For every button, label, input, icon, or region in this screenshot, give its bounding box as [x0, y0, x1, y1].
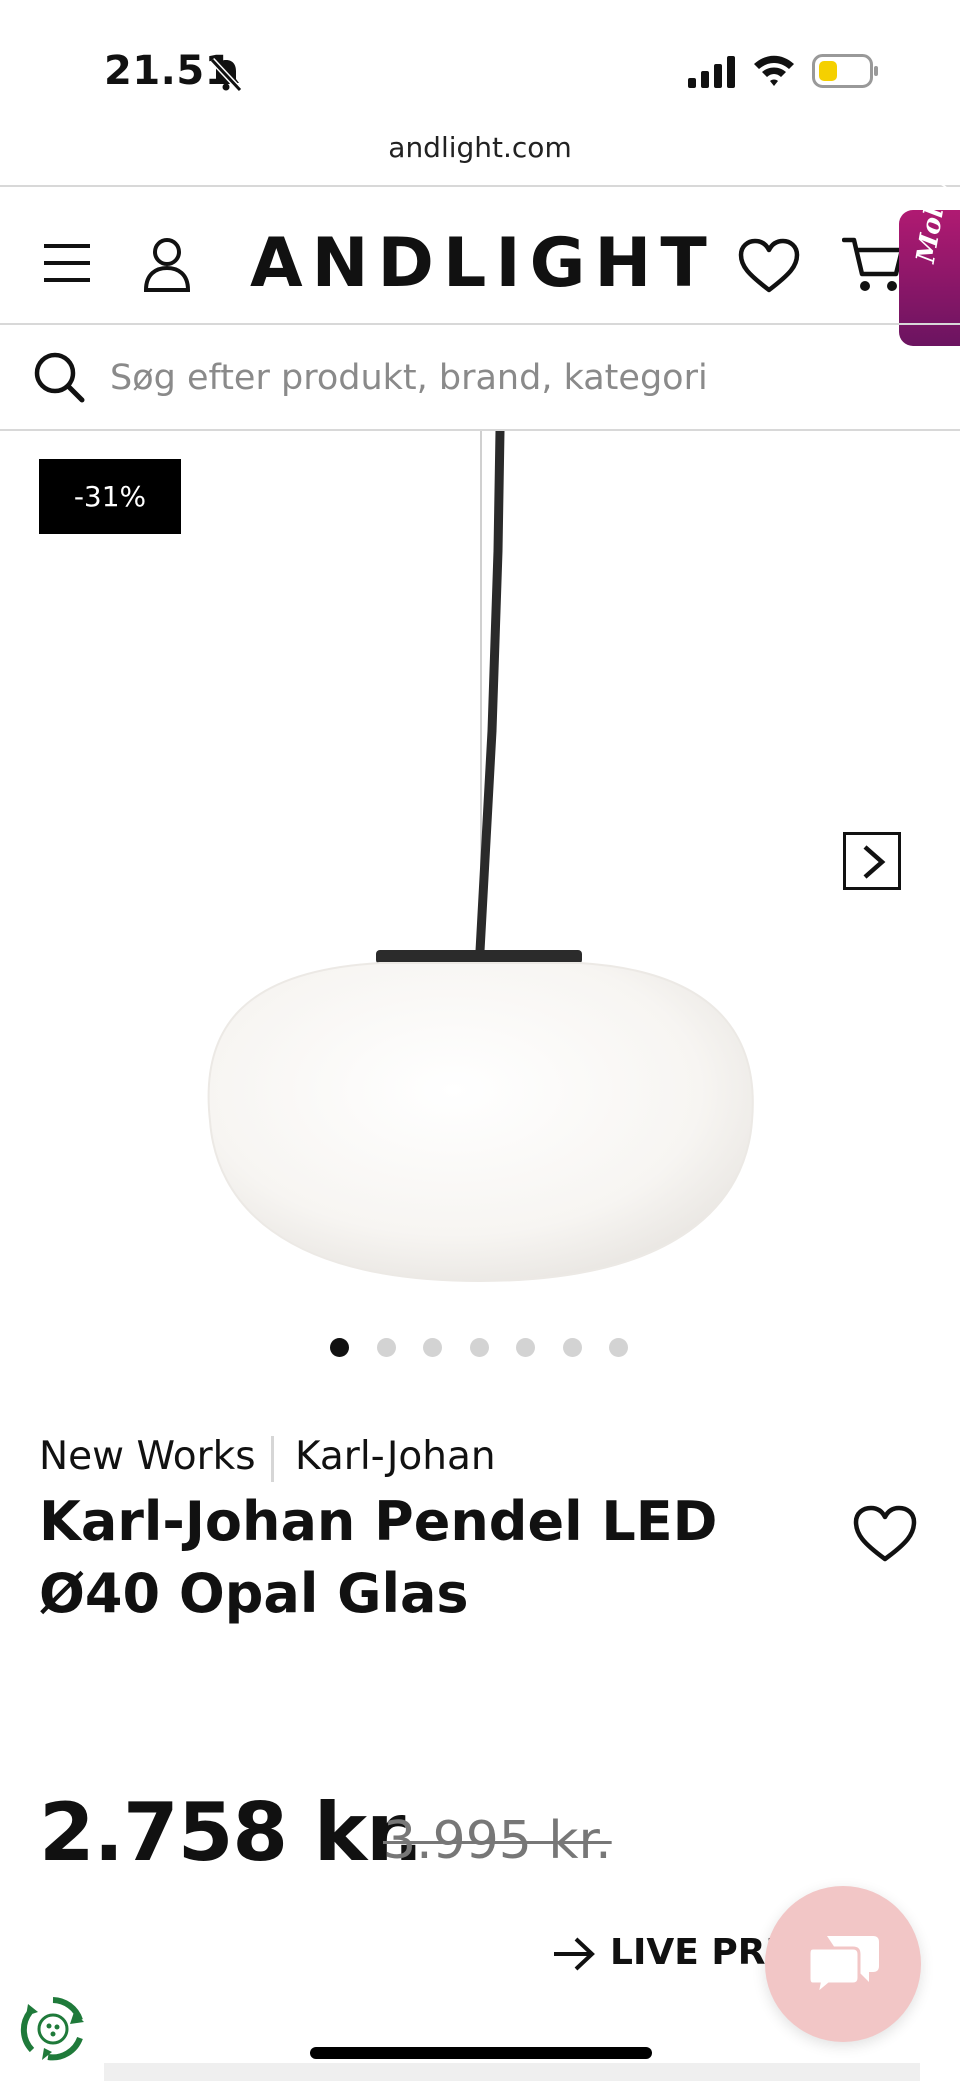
carousel-dot[interactable]: [376, 1338, 396, 1357]
divider: [271, 1436, 274, 1482]
carousel-dot[interactable]: [516, 1338, 535, 1357]
old-price: 3.995 kr.: [383, 1811, 612, 1871]
discount-badge: -31%: [39, 459, 181, 534]
product-title-line: Ø40 Opal Glas: [39, 1562, 469, 1625]
bottom-toolbar-edge: [104, 2063, 920, 2081]
carousel-dot[interactable]: [469, 1338, 489, 1357]
product-title-line: Karl-Johan Pendel LED: [39, 1490, 718, 1553]
recycle-icon[interactable]: [18, 1994, 88, 2064]
current-price: 2.758 kr.: [39, 1786, 424, 1879]
carousel-dots: [330, 1338, 640, 1360]
heart-icon[interactable]: [852, 1504, 918, 1564]
signal-icon: [688, 56, 735, 88]
carousel-dot[interactable]: [562, 1338, 582, 1357]
next-image-button[interactable]: [843, 832, 901, 890]
status-bar: 21.51: [0, 0, 960, 130]
browser-url: andlight.com: [388, 131, 572, 164]
cart-icon[interactable]: [842, 234, 904, 294]
battery-icon: [812, 54, 878, 88]
collection-link[interactable]: Karl-Johan: [295, 1432, 496, 1482]
heart-icon[interactable]: [738, 238, 800, 294]
chat-bubbles-icon: [807, 1936, 879, 1996]
wifi-icon: [754, 55, 794, 86]
search-icon[interactable]: [32, 350, 86, 404]
carousel-dot[interactable]: [423, 1338, 442, 1357]
carousel-dot[interactable]: [609, 1338, 628, 1357]
brand-logo[interactable]: ANDLIGHT: [250, 224, 715, 304]
chat-button[interactable]: [765, 1886, 921, 2042]
account-icon[interactable]: [140, 236, 194, 292]
browser-url-bar[interactable]: andlight.com: [0, 130, 960, 186]
search-input[interactable]: [110, 348, 930, 408]
pendant-lamp-image[interactable]: [180, 431, 780, 1291]
bell-slash-icon: [209, 57, 243, 93]
carousel-dot[interactable]: [330, 1338, 349, 1357]
menu-icon[interactable]: [44, 240, 92, 286]
brand-link[interactable]: New Works: [39, 1432, 256, 1482]
arrow-right-icon: [554, 1937, 595, 1971]
product-title: Karl-Johan Pendel LED Ø40 Opal Glas: [39, 1486, 799, 1630]
chevron-right-icon: [863, 845, 886, 879]
home-indicator[interactable]: [310, 2047, 652, 2059]
